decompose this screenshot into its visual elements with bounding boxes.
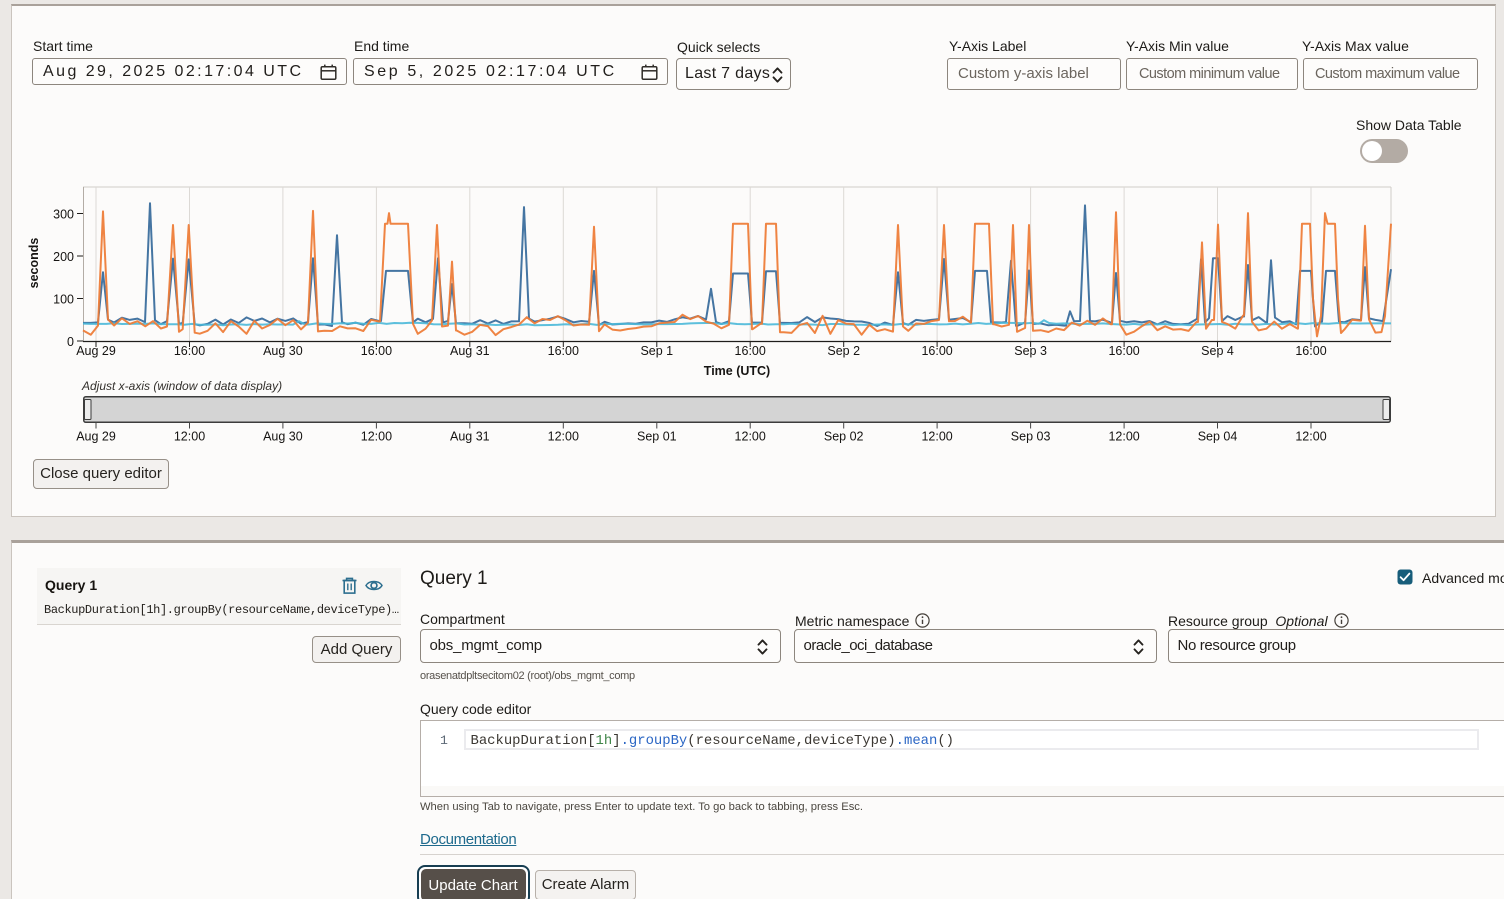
svg-text:Aug 29: Aug 29 <box>76 344 116 358</box>
svg-text:16:00: 16:00 <box>1295 344 1326 358</box>
svg-text:12:00: 12:00 <box>735 430 766 444</box>
svg-text:Time (UTC): Time (UTC) <box>704 364 770 378</box>
svg-text:0: 0 <box>67 335 74 349</box>
svg-text:12:00: 12:00 <box>921 430 952 444</box>
svg-text:16:00: 16:00 <box>735 344 766 358</box>
svg-text:seconds: seconds <box>27 238 41 289</box>
svg-text:16:00: 16:00 <box>174 344 205 358</box>
svg-text:Sep 02: Sep 02 <box>824 430 864 444</box>
svg-text:16:00: 16:00 <box>921 344 952 358</box>
svg-text:12:00: 12:00 <box>548 430 579 444</box>
svg-text:100: 100 <box>53 293 74 307</box>
svg-text:300: 300 <box>53 208 74 222</box>
svg-text:Adjust x-axis (window of data: Adjust x-axis (window of data display) <box>81 379 282 393</box>
svg-text:12:00: 12:00 <box>1295 430 1326 444</box>
svg-text:12:00: 12:00 <box>1108 430 1139 444</box>
svg-text:16:00: 16:00 <box>1108 344 1139 358</box>
svg-text:16:00: 16:00 <box>548 344 579 358</box>
svg-text:Sep 4: Sep 4 <box>1201 344 1234 358</box>
svg-text:Aug 31: Aug 31 <box>450 430 490 444</box>
svg-text:Sep 03: Sep 03 <box>1011 430 1051 444</box>
svg-text:Sep 3: Sep 3 <box>1014 344 1047 358</box>
svg-text:12:00: 12:00 <box>174 430 205 444</box>
svg-text:Sep 04: Sep 04 <box>1198 430 1238 444</box>
svg-text:Aug 30: Aug 30 <box>263 430 303 444</box>
svg-text:Sep 01: Sep 01 <box>637 430 677 444</box>
svg-text:16:00: 16:00 <box>361 344 392 358</box>
svg-text:Aug 31: Aug 31 <box>450 344 490 358</box>
svg-text:Sep 2: Sep 2 <box>827 344 860 358</box>
svg-text:Aug 30: Aug 30 <box>263 344 303 358</box>
svg-text:200: 200 <box>53 250 74 264</box>
svg-text:Aug 29: Aug 29 <box>76 430 116 444</box>
svg-text:Sep 1: Sep 1 <box>640 344 673 358</box>
svg-text:12:00: 12:00 <box>361 430 392 444</box>
